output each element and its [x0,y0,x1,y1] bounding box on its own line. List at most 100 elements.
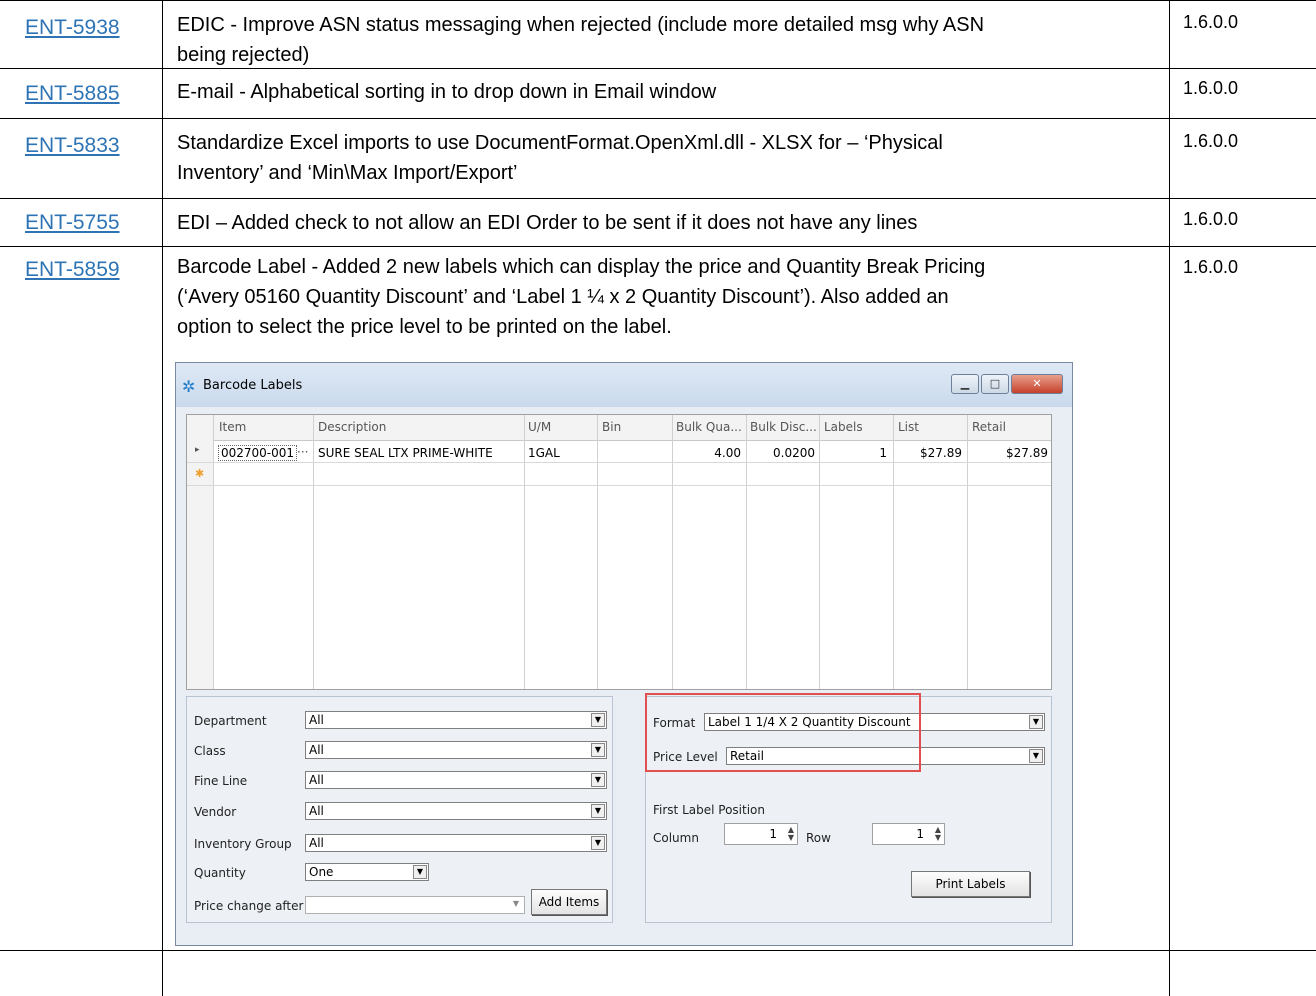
cell-um[interactable]: 1GAL [528,446,560,460]
row-divider [0,246,1316,247]
column-header-bulk-disc[interactable]: Bulk Disc... [750,420,817,434]
class-select[interactable]: All ▼ [305,741,607,759]
cell-list[interactable]: $27.89 [898,446,962,460]
spin-down-icon[interactable]: ▼ [935,833,941,842]
change-description: EDIC - Improve ASN status messaging when… [177,10,1162,70]
department-label: Department [194,714,267,728]
grid-column [597,415,598,689]
print-labels-button[interactable]: Print Labels [911,871,1030,897]
table-border-top [0,0,1316,1]
column-header-labels[interactable]: Labels [824,420,863,434]
change-description: Barcode Label - Added 2 new labels which… [177,252,1162,342]
column-header-bin[interactable]: Bin [602,420,621,434]
cell-labels[interactable]: 1 [824,446,887,460]
items-grid[interactable]: Item Description U/M Bin Bulk Qua... Bul… [186,414,1052,690]
spin-arrows-icon[interactable]: ▲ ▼ [935,826,941,842]
row-divider [0,198,1316,199]
class-value: All [309,743,324,757]
inventory-group-select[interactable]: All ▼ [305,834,607,852]
add-items-button[interactable]: Add Items [531,889,607,915]
row-indicator-icon: ▸ [195,445,200,455]
grid-column [213,415,214,689]
column-header-description[interactable]: Description [318,420,386,434]
spin-arrows-icon[interactable]: ▲ ▼ [788,826,794,842]
change-description: EDI – Added check to not allow an EDI Or… [177,208,1162,238]
description-line: Barcode Label - Added 2 new labels which… [177,256,986,278]
ticket-link-ent-5755[interactable]: ENT-5755 [25,211,120,235]
window-titlebar: ✲ Barcode Labels ▁ □ ✕ [176,363,1072,407]
minimize-button[interactable]: ▁ [951,374,979,394]
quantity-select[interactable]: One ▼ [305,863,429,881]
chevron-down-icon[interactable]: ▼ [591,836,605,850]
column-header-um[interactable]: U/M [528,420,551,434]
fine-line-label: Fine Line [194,774,248,788]
grid-column [967,415,968,689]
version-number: 1.6.0.0 [1183,78,1239,98]
vendor-value: All [309,804,324,818]
change-description: Standardize Excel imports to use Documen… [177,128,1162,188]
row-stepper[interactable]: 1 ▲ ▼ [872,823,945,845]
vendor-label: Vendor [194,805,237,819]
chevron-down-icon[interactable]: ▼ [1029,715,1043,729]
department-value: All [309,713,324,727]
ticket-link-ent-5938[interactable]: ENT-5938 [25,16,120,40]
cell-bulk-qty[interactable]: 4.00 [676,446,741,460]
description-line: Standardize Excel imports to use Documen… [177,132,943,154]
chevron-down-icon[interactable]: ▼ [591,713,605,727]
vendor-select[interactable]: All ▼ [305,802,607,820]
row-divider [0,950,1316,951]
ticket-link-ent-5885[interactable]: ENT-5885 [25,82,120,106]
version-number: 1.6.0.0 [1183,131,1239,151]
cell-item[interactable]: 002700-001 [218,445,298,461]
department-select[interactable]: All ▼ [305,711,607,729]
version-number: 1.6.0.0 [1183,257,1239,277]
cell-description[interactable]: SURE SEAL LTX PRIME-WHITE [318,446,493,460]
ticket-link-ent-5859[interactable]: ENT-5859 [25,258,120,282]
column-header-retail[interactable]: Retail [972,420,1006,434]
spin-down-icon[interactable]: ▼ [788,833,794,842]
ellipsis-icon[interactable]: ··· [297,445,308,459]
column-divider [162,0,163,996]
change-description: E-mail - Alphabetical sorting in to drop… [177,77,1162,107]
cell-retail[interactable]: $27.89 [972,446,1048,460]
fine-line-select[interactable]: All ▼ [305,771,607,789]
cell-bulk-disc[interactable]: 0.0200 [750,446,815,460]
filter-panel: Department All ▼ Class All ▼ Fine Line A… [186,696,613,923]
first-label-position-label: First Label Position [653,803,765,817]
grid-column [313,415,314,689]
price-change-after-label: Price change after [194,899,304,913]
chevron-down-icon[interactable]: ▼ [1029,749,1043,763]
column-divider [1169,0,1170,996]
description-line: option to select the price level to be p… [177,316,672,338]
row-divider [0,118,1316,119]
close-button[interactable]: ✕ [1011,374,1063,394]
description-line: E-mail - Alphabetical sorting in to drop… [177,81,717,103]
row-value: 1 [916,827,924,841]
description-line: Inventory’ and ‘Min\Max Import/Export’ [177,162,518,184]
price-change-after-input[interactable]: ▼ [305,896,525,914]
column-label: Column [653,831,699,845]
chevron-down-icon[interactable]: ▼ [591,743,605,757]
grid-column [819,415,820,689]
quantity-label: Quantity [194,866,246,880]
description-line: EDI – Added check to not allow an EDI Or… [177,212,918,234]
chevron-down-icon[interactable]: ▼ [413,865,427,879]
inventory-group-label: Inventory Group [194,837,292,851]
version-number: 1.6.0.0 [1183,209,1239,229]
version-number: 1.6.0.0 [1183,12,1239,32]
grid-column [893,415,894,689]
column-header-list[interactable]: List [898,420,919,434]
grid-column [524,415,525,689]
chevron-down-icon[interactable]: ▼ [591,804,605,818]
column-value: 1 [769,827,777,841]
column-stepper[interactable]: 1 ▲ ▼ [724,823,798,845]
column-header-bulk-qty[interactable]: Bulk Qua... [676,420,742,434]
class-label: Class [194,744,226,758]
ticket-link-ent-5833[interactable]: ENT-5833 [25,134,120,158]
maximize-button[interactable]: □ [981,374,1009,394]
description-line: (‘Avery 05160 Quantity Discount’ and ‘La… [177,286,949,308]
column-header-item[interactable]: Item [219,420,246,434]
chevron-down-icon[interactable]: ▼ [591,773,605,787]
barcode-labels-window: ✲ Barcode Labels ▁ □ ✕ Item Description … [175,362,1073,946]
chevron-down-icon[interactable]: ▼ [509,898,523,912]
